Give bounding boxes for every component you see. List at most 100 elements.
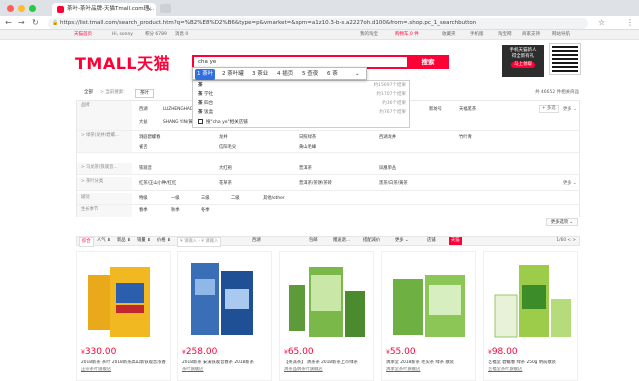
shop-link[interactable]: 正宗茶叶旗舰店 xyxy=(81,367,169,373)
option-free-shipping[interactable]: 包邮 xyxy=(309,237,318,245)
search-button[interactable]: 搜索 xyxy=(407,55,449,69)
points-link[interactable]: 积分 6789 xyxy=(145,30,167,40)
filter-option[interactable]: 黑茶/白茶/黄茶 xyxy=(379,179,408,188)
view-tmall-toggle[interactable]: 天猫 xyxy=(449,237,462,245)
option-gift[interactable]: 赠送退... xyxy=(333,237,350,245)
ime-candidate[interactable]: 6 茶 xyxy=(325,69,340,80)
minimize-window-icon[interactable] xyxy=(18,5,25,12)
brand-option[interactable]: 天福茗茶 xyxy=(459,105,476,114)
favorites-link[interactable]: 收藏夹 xyxy=(442,30,456,40)
shop-link[interactable]: 艺福堂茶叶旗舰店 xyxy=(488,367,576,373)
product-image[interactable] xyxy=(283,255,371,343)
search-input[interactable]: cha ye xyxy=(198,57,216,67)
product-title[interactable]: 清承堂 2018新茶 毛尖茶 绿茶 散装 xyxy=(386,360,474,366)
close-tab-icon[interactable]: × xyxy=(147,3,152,16)
ime-candidate[interactable]: 5 查夜 xyxy=(300,69,320,80)
sitemap-link[interactable]: 网站导航 xyxy=(552,30,570,40)
filter-option[interactable]: 龙井 xyxy=(219,133,228,142)
price-range-input[interactable]: ¥ 请输入 - ¥ 请输入 xyxy=(177,237,222,247)
more-brands-button[interactable]: 更多 ⌄ xyxy=(563,105,577,114)
taobao-link[interactable]: 淘宝网 xyxy=(498,30,512,40)
product-title[interactable]: 艺福堂 碧螺春 绿茶 250g 明前散装 xyxy=(488,360,576,366)
url-field[interactable]: 🔒 https://list.tmall.com/search_product.… xyxy=(48,18,588,29)
brand-option[interactable]: 大益 xyxy=(139,118,148,127)
more-options[interactable]: 更多 ⌄ xyxy=(395,237,409,245)
filter-label[interactable]: > 绿茶(龙井/碧螺... xyxy=(77,131,132,152)
brand-option[interactable]: 西湖 xyxy=(139,105,148,114)
sort-sales[interactable]: 销量 ⬇ xyxy=(137,237,151,245)
mobile-link[interactable]: 手机版 xyxy=(470,30,484,40)
location-select[interactable]: 西湖 xyxy=(252,237,261,245)
product-title[interactable]: 2018新茶 安溪铁观音春茶 2018新茶 xyxy=(182,360,270,366)
cart-link[interactable]: 购物车 0 件 xyxy=(395,30,419,40)
filter-option[interactable]: 红茶/正山小种/红红 xyxy=(139,179,176,188)
multi-select-button[interactable]: + 多选 xyxy=(539,105,559,113)
filter-option[interactable]: 花草茶 xyxy=(219,179,232,188)
filter-option[interactable]: 黄山毛峰 xyxy=(299,143,316,152)
product-card[interactable]: ¥330.00 2018新茶 茶叶 2018新茶高山新铁观音浓香 正宗茶叶旗舰店 xyxy=(76,251,171,381)
filter-option[interactable]: 普洱茶/茶饼/茶砖 xyxy=(299,179,332,188)
filter-option[interactable]: 西湖龙井 xyxy=(379,133,396,142)
brand-option[interactable]: LUZHENGHAOF xyxy=(163,105,196,114)
filter-option[interactable]: 雀舌 xyxy=(139,143,148,152)
ime-candidate[interactable]: 2 茶叶罐 xyxy=(220,69,246,80)
suggestion-item[interactable]: 茶 约15697个结果 xyxy=(193,81,409,90)
product-card[interactable]: ¥98.00 艺福堂 碧螺春 绿茶 250g 明前散装 艺福堂茶叶旗舰店 xyxy=(483,251,578,381)
bookmark-star-icon[interactable]: ☆ xyxy=(598,17,605,29)
product-image[interactable] xyxy=(385,255,473,343)
filter-option[interactable]: 特级 xyxy=(139,194,148,203)
more-categories-button[interactable]: 更多 ⌄ xyxy=(563,179,577,188)
product-card[interactable]: ¥258.00 2018新茶 安溪铁观音春茶 2018新茶 茶叶旗舰店 xyxy=(177,251,272,381)
maximize-window-icon[interactable] xyxy=(29,5,36,12)
product-title[interactable]: 2018新茶 茶叶 2018新茶高山新铁观音浓香 xyxy=(81,360,169,366)
product-card[interactable]: ¥65.00 【英派茶】 清茶茶 2018新茶上市绿茶 清茶品牌茶叶旗舰店 xyxy=(279,251,374,381)
filter-label[interactable]: > 茶叶分类 xyxy=(77,177,132,190)
greeting[interactable]: Hi, sonny xyxy=(112,30,133,40)
new-tab-button[interactable] xyxy=(160,4,171,13)
shop-link[interactable]: 清茶品牌茶叶旗舰店 xyxy=(284,367,372,373)
close-window-icon[interactable] xyxy=(7,5,14,12)
breadcrumb-keyword[interactable]: 茶叶 xyxy=(135,89,154,98)
reload-icon[interactable]: ↻ xyxy=(32,17,39,29)
filter-option[interactable]: 洞庭碧螺春 xyxy=(139,133,160,142)
ime-expand-icon[interactable]: ⌄ xyxy=(353,69,362,80)
sort-new[interactable]: 新品 ⬇ xyxy=(117,237,131,245)
product-image[interactable] xyxy=(487,255,575,343)
app-promo-banner[interactable]: 手机天猫新人 得全新有礼 马上领取 xyxy=(502,45,544,77)
brand-option[interactable]: 新坊号 xyxy=(429,105,442,114)
filter-option[interactable]: 凤凰单丛 xyxy=(379,164,396,173)
ime-candidate[interactable]: 1 茶叶 xyxy=(195,69,216,80)
suggestion-shop-item[interactable]: 搜"cha ye"相关店铺 xyxy=(193,118,409,127)
sort-popularity[interactable]: 人气 ⬇ xyxy=(97,237,111,245)
filter-option[interactable]: 二级 xyxy=(231,194,240,203)
forward-icon[interactable]: → xyxy=(18,17,25,29)
filter-option[interactable]: 铁观音 xyxy=(139,164,152,173)
sort-default[interactable]: 综合 xyxy=(79,237,94,247)
filter-option[interactable]: 冬季 xyxy=(201,206,210,215)
pager[interactable]: 1/60 < > xyxy=(556,237,576,245)
shop-link[interactable]: 清承堂茶叶旗舰店 xyxy=(386,367,474,373)
shop-link[interactable]: 茶叶旗舰店 xyxy=(182,367,270,373)
filter-option[interactable]: 三级 xyxy=(201,194,210,203)
filter-option[interactable]: 竹叶青 xyxy=(459,133,472,142)
suggestion-item[interactable]: 茶 学社 约1707个结果 xyxy=(193,90,409,99)
product-image[interactable] xyxy=(181,255,269,343)
ime-candidate[interactable]: 4 插页 xyxy=(275,69,295,80)
merchant-link[interactable]: 商家支持 xyxy=(522,30,540,40)
view-store-toggle[interactable]: 店铺 xyxy=(427,237,436,245)
tmall-logo[interactable]: TMALL天猫 xyxy=(75,50,170,74)
filter-option[interactable]: 一级 xyxy=(171,194,180,203)
option-discount[interactable]: 搭配减价 xyxy=(363,237,380,245)
product-image[interactable] xyxy=(80,255,168,343)
browser-menu-icon[interactable]: ⋮ xyxy=(626,17,634,29)
filter-option[interactable]: 信阳毛尖 xyxy=(219,143,236,152)
sort-price[interactable]: 价格 ⬇ xyxy=(157,237,171,245)
filter-option[interactable]: 日照绿茶 xyxy=(299,133,316,142)
my-taobao-link[interactable]: 我的淘宝 xyxy=(360,30,378,40)
filter-option[interactable]: 大红袍 xyxy=(219,164,232,173)
tmall-home-link[interactable]: 天猫首页 xyxy=(74,30,92,40)
promo-button[interactable]: 马上领取 xyxy=(511,62,535,68)
browser-tab[interactable]: 茶叶-茶叶品牌-天猫Tmall.com理... × xyxy=(52,3,156,16)
product-card[interactable]: ¥55.00 清承堂 2018新茶 毛尖茶 绿茶 散装 清承堂茶叶旗舰店 xyxy=(381,251,476,381)
ime-candidate[interactable]: 3 茶业 xyxy=(250,69,270,80)
